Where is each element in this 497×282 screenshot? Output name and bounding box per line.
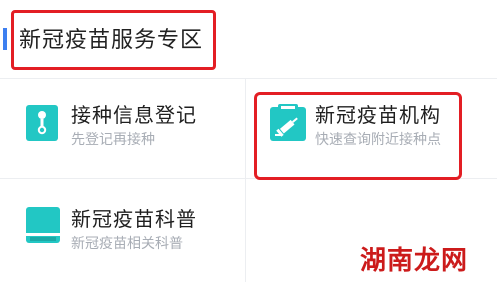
section-header: 新冠疫苗服务专区 [0,0,497,78]
card-title: 接种信息登记 [71,103,197,127]
title-highlight-box [11,10,216,70]
card-vaccine-science[interactable]: 新冠疫苗科普 新冠疫苗相关科普 [0,179,245,282]
watermark-logo: 湖南龙网 [360,246,469,276]
card-vaccination-registration[interactable]: 接种信息登记 先登记再接种 [0,79,245,178]
registration-tag-icon [25,104,59,142]
book-icon [25,206,61,244]
card-subtitle: 新冠疫苗相关科普 [71,236,183,252]
card-subtitle: 先登记再接种 [71,132,155,148]
card-title: 新冠疫苗科普 [71,207,197,231]
vaccine-service-panel: 新冠疫苗服务专区 接种信息登记 先登记再接种 新冠疫苗机构 快速查询附近接种点 … [0,0,497,282]
card-highlight-box [254,92,462,180]
section-accent-bar [3,28,7,50]
